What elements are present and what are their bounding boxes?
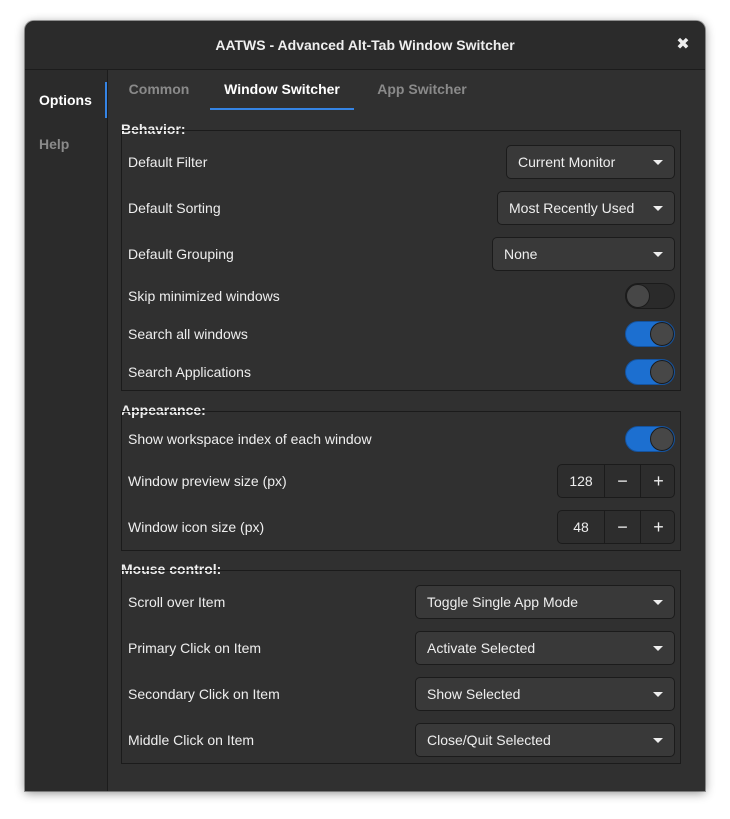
tab-app-switcher[interactable]: App Switcher — [374, 70, 470, 108]
icon-size-value[interactable]: 48 — [558, 511, 605, 543]
default-grouping-dropdown[interactable]: None — [492, 237, 675, 271]
sidebar-item-options[interactable]: Options — [25, 82, 107, 118]
title-bar[interactable]: AATWS - Advanced Alt-Tab Window Switcher… — [25, 21, 705, 70]
default-sorting-value: Most Recently Used — [509, 200, 635, 216]
scroll-over-item-dropdown[interactable]: Toggle Single App Mode — [415, 585, 675, 619]
switch-knob — [650, 322, 674, 346]
default-filter-value: Current Monitor — [518, 154, 616, 170]
switch-knob — [650, 427, 674, 451]
tab-window-switcher[interactable]: Window Switcher — [210, 70, 354, 110]
secondary-click-value: Show Selected — [427, 686, 521, 702]
chevron-down-icon — [653, 252, 663, 257]
search-all-windows-label: Search all windows — [128, 326, 248, 342]
show-workspace-index-switch[interactable] — [625, 426, 675, 452]
chevron-down-icon — [653, 692, 663, 697]
sidebar: Options Help — [25, 70, 108, 791]
sidebar-item-help[interactable]: Help — [25, 126, 107, 162]
window-title: AATWS - Advanced Alt-Tab Window Switcher — [215, 37, 515, 53]
middle-click-dropdown[interactable]: Close/Quit Selected — [415, 723, 675, 757]
switch-knob — [650, 360, 674, 384]
search-all-windows-switch[interactable] — [625, 321, 675, 347]
skip-minimized-label: Skip minimized windows — [128, 288, 280, 304]
switch-knob — [626, 284, 650, 308]
preview-size-stepper[interactable]: 128 − + — [557, 464, 675, 498]
scroll-over-item-label: Scroll over Item — [128, 594, 226, 610]
skip-minimized-switch[interactable] — [625, 283, 675, 309]
show-workspace-index-label: Show workspace index of each window — [128, 431, 372, 447]
scroll-over-item-value: Toggle Single App Mode — [427, 594, 578, 610]
chevron-down-icon — [653, 646, 663, 651]
primary-click-dropdown[interactable]: Activate Selected — [415, 631, 675, 665]
default-sorting-label: Default Sorting — [128, 200, 221, 216]
tab-bar: Common Window Switcher App Switcher — [108, 70, 705, 110]
chevron-down-icon — [653, 160, 663, 165]
preferences-window: AATWS - Advanced Alt-Tab Window Switcher… — [25, 21, 705, 791]
search-applications-label: Search Applications — [128, 364, 251, 380]
search-applications-switch[interactable] — [625, 359, 675, 385]
icon-size-label: Window icon size (px) — [128, 519, 265, 535]
tab-common[interactable]: Common — [128, 70, 190, 108]
minus-icon[interactable]: − — [605, 511, 641, 543]
preview-size-label: Window preview size (px) — [128, 473, 287, 489]
default-grouping-value: None — [504, 246, 538, 262]
close-icon[interactable]: ✖ — [671, 33, 695, 57]
chevron-down-icon — [653, 600, 663, 605]
plus-icon[interactable]: + — [641, 511, 676, 543]
chevron-down-icon — [653, 206, 663, 211]
secondary-click-dropdown[interactable]: Show Selected — [415, 677, 675, 711]
plus-icon[interactable]: + — [641, 465, 676, 497]
secondary-click-label: Secondary Click on Item — [128, 686, 280, 702]
default-filter-label: Default Filter — [128, 154, 208, 170]
default-sorting-dropdown[interactable]: Most Recently Used — [497, 191, 675, 225]
minus-icon[interactable]: − — [605, 465, 641, 497]
preview-size-value[interactable]: 128 — [558, 465, 605, 497]
middle-click-label: Middle Click on Item — [128, 732, 255, 748]
primary-click-label: Primary Click on Item — [128, 640, 262, 656]
chevron-down-icon — [653, 738, 663, 743]
default-filter-dropdown[interactable]: Current Monitor — [506, 145, 675, 179]
default-grouping-label: Default Grouping — [128, 246, 234, 262]
primary-click-value: Activate Selected — [427, 640, 536, 656]
middle-click-value: Close/Quit Selected — [427, 732, 551, 748]
icon-size-stepper[interactable]: 48 − + — [557, 510, 675, 544]
